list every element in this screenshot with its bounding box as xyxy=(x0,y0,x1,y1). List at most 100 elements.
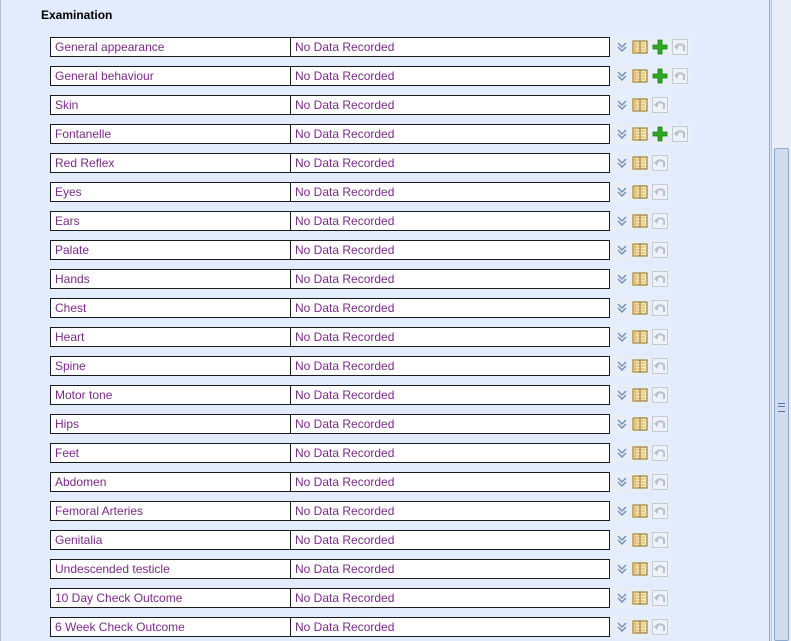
chevron-double-down-icon[interactable] xyxy=(614,126,630,142)
chevron-double-down-icon[interactable] xyxy=(614,416,630,432)
exam-value[interactable]: No Data Recorded xyxy=(290,588,610,608)
exam-label[interactable]: Palate xyxy=(50,240,292,260)
plus-icon[interactable] xyxy=(652,68,668,84)
chevron-double-down-icon[interactable] xyxy=(614,445,630,461)
chevron-double-down-icon[interactable] xyxy=(614,358,630,374)
book-icon[interactable] xyxy=(632,39,648,55)
exam-label[interactable]: Genitalia xyxy=(50,530,292,550)
undo-arrow-icon[interactable] xyxy=(652,329,668,345)
book-icon[interactable] xyxy=(632,213,648,229)
exam-value[interactable]: No Data Recorded xyxy=(290,182,610,202)
undo-arrow-icon[interactable] xyxy=(652,155,668,171)
chevron-double-down-icon[interactable] xyxy=(614,329,630,345)
book-icon[interactable] xyxy=(632,358,648,374)
exam-value[interactable]: No Data Recorded xyxy=(290,327,610,347)
chevron-double-down-icon[interactable] xyxy=(614,619,630,635)
exam-value[interactable]: No Data Recorded xyxy=(290,37,610,57)
undo-arrow-icon[interactable] xyxy=(652,271,668,287)
exam-label[interactable]: Spine xyxy=(50,356,292,376)
book-icon[interactable] xyxy=(632,155,648,171)
exam-value[interactable]: No Data Recorded xyxy=(290,501,610,521)
book-icon[interactable] xyxy=(632,619,648,635)
exam-label[interactable]: Motor tone xyxy=(50,385,292,405)
exam-value[interactable]: No Data Recorded xyxy=(290,124,610,144)
undo-arrow-icon[interactable] xyxy=(652,242,668,258)
exam-label[interactable]: Heart xyxy=(50,327,292,347)
book-icon[interactable] xyxy=(632,416,648,432)
exam-value[interactable]: No Data Recorded xyxy=(290,414,610,434)
undo-arrow-icon[interactable] xyxy=(652,619,668,635)
chevron-double-down-icon[interactable] xyxy=(614,39,630,55)
undo-arrow-icon[interactable] xyxy=(652,184,668,200)
exam-label[interactable]: Ears xyxy=(50,211,292,231)
exam-label[interactable]: Eyes xyxy=(50,182,292,202)
exam-label[interactable]: General appearance xyxy=(50,37,292,57)
undo-arrow-icon[interactable] xyxy=(652,358,668,374)
book-icon[interactable] xyxy=(632,242,648,258)
chevron-double-down-icon[interactable] xyxy=(614,300,630,316)
book-icon[interactable] xyxy=(632,532,648,548)
undo-arrow-icon[interactable] xyxy=(672,68,688,84)
undo-arrow-icon[interactable] xyxy=(652,590,668,606)
exam-value[interactable]: No Data Recorded xyxy=(290,443,610,463)
undo-arrow-icon[interactable] xyxy=(652,503,668,519)
book-icon[interactable] xyxy=(632,97,648,113)
book-icon[interactable] xyxy=(632,300,648,316)
exam-value[interactable]: No Data Recorded xyxy=(290,269,610,289)
book-icon[interactable] xyxy=(632,474,648,490)
undo-arrow-icon[interactable] xyxy=(652,532,668,548)
chevron-double-down-icon[interactable] xyxy=(614,184,630,200)
exam-value[interactable]: No Data Recorded xyxy=(290,298,610,318)
book-icon[interactable] xyxy=(632,271,648,287)
chevron-double-down-icon[interactable] xyxy=(614,561,630,577)
exam-label[interactable]: General behaviour xyxy=(50,66,292,86)
exam-value[interactable]: No Data Recorded xyxy=(290,211,610,231)
undo-arrow-icon[interactable] xyxy=(652,561,668,577)
chevron-double-down-icon[interactable] xyxy=(614,213,630,229)
exam-value[interactable]: No Data Recorded xyxy=(290,530,610,550)
exam-label[interactable]: Chest xyxy=(50,298,292,318)
chevron-double-down-icon[interactable] xyxy=(614,503,630,519)
exam-label[interactable]: Feet xyxy=(50,443,292,463)
exam-value[interactable]: No Data Recorded xyxy=(290,95,610,115)
chevron-double-down-icon[interactable] xyxy=(614,387,630,403)
plus-icon[interactable] xyxy=(652,39,668,55)
undo-arrow-icon[interactable] xyxy=(652,97,668,113)
chevron-double-down-icon[interactable] xyxy=(614,271,630,287)
plus-icon[interactable] xyxy=(652,126,668,142)
book-icon[interactable] xyxy=(632,503,648,519)
exam-value[interactable]: No Data Recorded xyxy=(290,66,610,86)
undo-arrow-icon[interactable] xyxy=(652,474,668,490)
exam-label[interactable]: Femoral Arteries xyxy=(50,501,292,521)
chevron-double-down-icon[interactable] xyxy=(614,590,630,606)
exam-value[interactable]: No Data Recorded xyxy=(290,240,610,260)
undo-arrow-icon[interactable] xyxy=(652,387,668,403)
exam-value[interactable]: No Data Recorded xyxy=(290,559,610,579)
exam-label[interactable]: 10 Day Check Outcome xyxy=(50,588,292,608)
book-icon[interactable] xyxy=(632,561,648,577)
chevron-double-down-icon[interactable] xyxy=(614,474,630,490)
exam-label[interactable]: Abdomen xyxy=(50,472,292,492)
book-icon[interactable] xyxy=(632,184,648,200)
exam-label[interactable]: Fontanelle xyxy=(50,124,292,144)
undo-arrow-icon[interactable] xyxy=(672,126,688,142)
chevron-double-down-icon[interactable] xyxy=(614,97,630,113)
chevron-double-down-icon[interactable] xyxy=(614,68,630,84)
exam-label[interactable]: Red Reflex xyxy=(50,153,292,173)
undo-arrow-icon[interactable] xyxy=(652,213,668,229)
chevron-double-down-icon[interactable] xyxy=(614,155,630,171)
exam-value[interactable]: No Data Recorded xyxy=(290,356,610,376)
exam-label[interactable]: Hips xyxy=(50,414,292,434)
undo-arrow-icon[interactable] xyxy=(652,445,668,461)
undo-arrow-icon[interactable] xyxy=(652,416,668,432)
chevron-double-down-icon[interactable] xyxy=(614,242,630,258)
exam-label[interactable]: 6 Week Check Outcome xyxy=(50,617,292,637)
book-icon[interactable] xyxy=(632,126,648,142)
book-icon[interactable] xyxy=(632,329,648,345)
book-icon[interactable] xyxy=(632,445,648,461)
exam-value[interactable]: No Data Recorded xyxy=(290,472,610,492)
book-icon[interactable] xyxy=(632,387,648,403)
exam-label[interactable]: Skin xyxy=(50,95,292,115)
undo-arrow-icon[interactable] xyxy=(652,300,668,316)
scrollbar-thumb[interactable] xyxy=(774,148,789,641)
